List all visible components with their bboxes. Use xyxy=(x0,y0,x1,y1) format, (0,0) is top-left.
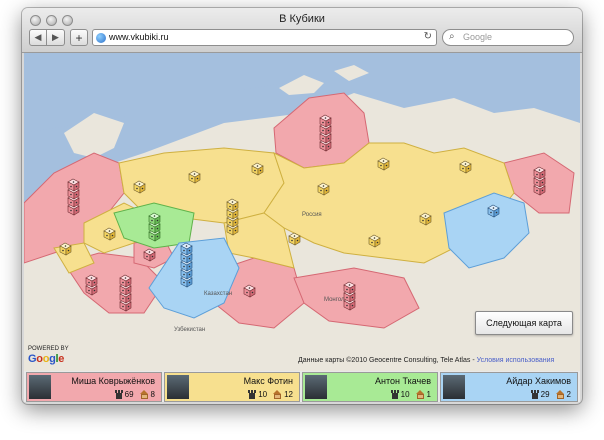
title-bar: В Кубики ◀ ▶ + www.vkubiki.ru ↻ ⌕ Google xyxy=(22,8,582,53)
house-count: 2 xyxy=(566,390,571,399)
player-name: Миша Коврыжёнков xyxy=(71,376,155,386)
house-icon xyxy=(273,390,282,399)
label-kazakhstan: Казахстан xyxy=(204,291,232,297)
dice-stack[interactable] xyxy=(343,281,356,311)
game-map[interactable]: Россия Казахстан Монголия Узбекистан Сле… xyxy=(24,53,580,371)
back-arrow-icon: ◀ xyxy=(34,32,42,42)
dice-count: 10 xyxy=(400,390,410,399)
player-card[interactable]: Макс Фотин 10 12 xyxy=(164,372,300,402)
label-uzbekistan: Узбекистан xyxy=(174,327,205,333)
forward-arrow-icon: ▶ xyxy=(52,32,59,42)
dice-count: 10 xyxy=(258,390,268,399)
add-bookmark-button[interactable]: + xyxy=(70,29,88,46)
house-count: 12 xyxy=(284,390,293,399)
google-logo[interactable]: Google xyxy=(28,353,64,365)
powered-by-label: POWERED BY xyxy=(28,346,69,352)
forward-button[interactable]: ▶ xyxy=(47,29,65,46)
avatar xyxy=(443,375,465,399)
player-card[interactable]: Айдар Хакимов 29 2 xyxy=(440,372,578,402)
player-name: Макс Фотин xyxy=(243,376,293,386)
dice-stack[interactable] xyxy=(180,242,193,288)
avatar xyxy=(167,375,189,399)
terms-link[interactable]: Условия использования xyxy=(477,357,555,364)
dice-count: 69 xyxy=(124,390,134,399)
players-bar: Миша Коврыжёнков 69 8 Макс Фотин 10 12 А… xyxy=(24,371,580,402)
rook-icon xyxy=(248,390,257,399)
dice-stack[interactable] xyxy=(148,212,161,242)
address-bar[interactable]: www.vkubiki.ru ↻ xyxy=(92,29,437,46)
house-count: 8 xyxy=(150,390,155,399)
dice-stack[interactable] xyxy=(119,274,132,312)
dice-stack[interactable] xyxy=(533,166,546,196)
player-card[interactable]: Миша Коврыжёнков 69 8 xyxy=(26,372,162,402)
player-card[interactable]: Антон Ткачев 10 1 xyxy=(302,372,438,402)
house-icon xyxy=(415,390,425,399)
rook-icon xyxy=(114,390,123,399)
player-stats: 69 8 xyxy=(111,390,155,399)
reload-icon[interactable]: ↻ xyxy=(424,31,432,42)
address-url: www.vkubiki.ru xyxy=(109,32,169,42)
house-count: 1 xyxy=(426,390,431,399)
player-stats: 29 2 xyxy=(527,390,571,399)
attribution-text: Данные карты ©2010 Geocentre Consulting,… xyxy=(298,357,477,364)
player-stats: 10 1 xyxy=(387,390,431,399)
player-stats: 10 12 xyxy=(244,390,293,399)
house-icon xyxy=(555,390,565,399)
rook-icon xyxy=(390,390,399,399)
globe-icon xyxy=(96,33,106,43)
next-map-button[interactable]: Следующая карта xyxy=(475,311,573,335)
avatar xyxy=(29,375,51,399)
search-field[interactable]: ⌕ Google xyxy=(442,29,574,46)
search-placeholder: Google xyxy=(463,32,493,42)
rook-icon xyxy=(530,390,539,399)
label-russia: Россия xyxy=(302,212,322,218)
player-name: Антон Ткачев xyxy=(375,376,431,386)
back-button[interactable]: ◀ xyxy=(29,29,47,46)
avatar xyxy=(305,375,327,399)
dice-count: 29 xyxy=(540,390,550,399)
player-name: Айдар Хакимов xyxy=(506,376,571,386)
map-attribution: Данные карты ©2010 Geocentre Consulting,… xyxy=(298,357,554,364)
search-icon: ⌕ xyxy=(449,31,455,42)
dice-stack[interactable] xyxy=(319,114,332,152)
dice-stack[interactable] xyxy=(67,178,80,216)
house-icon xyxy=(139,390,149,399)
browser-window: В Кубики ◀ ▶ + www.vkubiki.ru ↻ ⌕ Google xyxy=(22,8,582,404)
window-title: В Кубики xyxy=(279,13,325,25)
plus-icon: + xyxy=(75,30,83,45)
dice-stack[interactable] xyxy=(85,274,98,296)
dice-stack[interactable] xyxy=(226,198,239,236)
